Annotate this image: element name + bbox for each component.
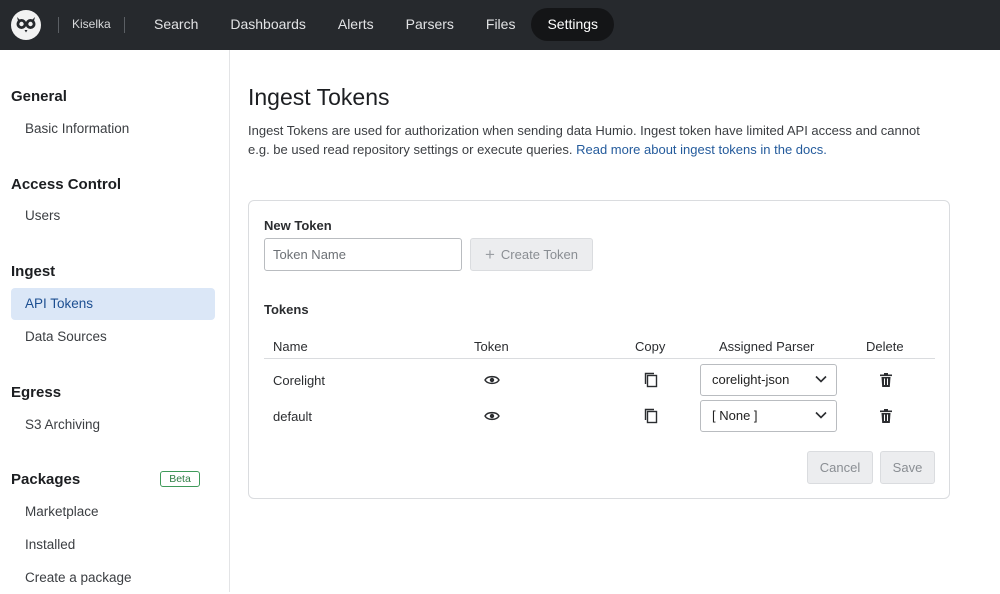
column-header-assigned-parser: Assigned Parser	[719, 339, 815, 354]
chevron-down-icon	[815, 375, 827, 383]
copy-icon[interactable]	[642, 407, 660, 425]
section-general: General	[11, 88, 67, 105]
plus-icon: +	[484, 245, 495, 264]
docs-link[interactable]: Read more about ingest tokens in the doc…	[576, 142, 827, 157]
divider	[124, 17, 125, 33]
parser-select-value: [ None ]	[712, 408, 758, 423]
settings-sidebar: General Basic Information Access Control…	[0, 50, 230, 592]
column-header-name: Name	[273, 339, 308, 354]
nav-settings[interactable]: Settings	[531, 8, 615, 41]
create-token-button[interactable]: + Create Token	[470, 238, 593, 271]
trash-icon[interactable]	[877, 407, 895, 425]
sidebar-item-s3-archiving[interactable]: S3 Archiving	[11, 409, 215, 441]
parser-select-value: corelight-json	[712, 372, 790, 387]
section-ingest: Ingest	[11, 263, 56, 280]
trash-icon[interactable]	[877, 371, 895, 389]
tokens-card: New Token + Create Token Tokens Name Tok…	[248, 200, 950, 499]
nav-alerts[interactable]: Alerts	[322, 8, 390, 41]
token-row-name: Corelight	[273, 373, 326, 388]
create-token-label: Create Token	[500, 247, 579, 262]
beta-badge: Beta	[160, 471, 200, 487]
column-header-copy: Copy	[635, 339, 666, 354]
sidebar-item-installed[interactable]: Installed	[11, 529, 215, 561]
column-header-delete: Delete	[866, 339, 904, 354]
sidebar-item-data-sources[interactable]: Data Sources	[11, 321, 215, 353]
parser-select[interactable]: [ None ]	[700, 400, 837, 432]
eye-icon[interactable]	[483, 407, 501, 425]
nav-dashboards[interactable]: Dashboards	[214, 8, 322, 41]
divider	[58, 17, 59, 33]
nav-parsers[interactable]: Parsers	[390, 8, 470, 41]
intro-text: Ingest Tokens are used for authorization…	[248, 121, 928, 159]
page-title: Ingest Tokens	[248, 84, 390, 110]
sidebar-item-basic-information[interactable]: Basic Information	[11, 113, 215, 145]
section-access-control: Access Control	[11, 176, 122, 193]
copy-icon[interactable]	[642, 371, 660, 389]
repository-name[interactable]: Kiselka	[72, 17, 111, 31]
nav-search[interactable]: Search	[138, 8, 214, 41]
owl-logo-icon[interactable]	[11, 10, 41, 40]
sidebar-item-marketplace[interactable]: Marketplace	[11, 496, 215, 528]
section-packages: Packages	[11, 471, 81, 488]
chevron-down-icon	[815, 411, 827, 419]
token-row-name: default	[273, 409, 313, 424]
eye-icon[interactable]	[483, 371, 501, 389]
new-token-label: New Token	[264, 218, 332, 233]
token-name-input[interactable]	[264, 238, 462, 271]
sidebar-item-api-tokens[interactable]: API Tokens	[11, 288, 215, 320]
parser-select[interactable]: corelight-json	[700, 364, 837, 396]
table-header-divider	[264, 358, 935, 359]
cancel-button[interactable]: Cancel	[807, 451, 873, 484]
save-button[interactable]: Save	[880, 451, 935, 484]
nav-files[interactable]: Files	[470, 8, 532, 41]
top-navigation-bar: Kiselka Search Dashboards Alerts Parsers…	[0, 0, 1000, 50]
column-header-token: Token	[474, 339, 509, 354]
tokens-label: Tokens	[264, 302, 309, 317]
section-egress: Egress	[11, 384, 62, 401]
sidebar-item-users[interactable]: Users	[11, 200, 215, 232]
main-nav: Search Dashboards Alerts Parsers Files S…	[138, 8, 615, 41]
sidebar-item-create-package[interactable]: Create a package	[11, 562, 215, 594]
